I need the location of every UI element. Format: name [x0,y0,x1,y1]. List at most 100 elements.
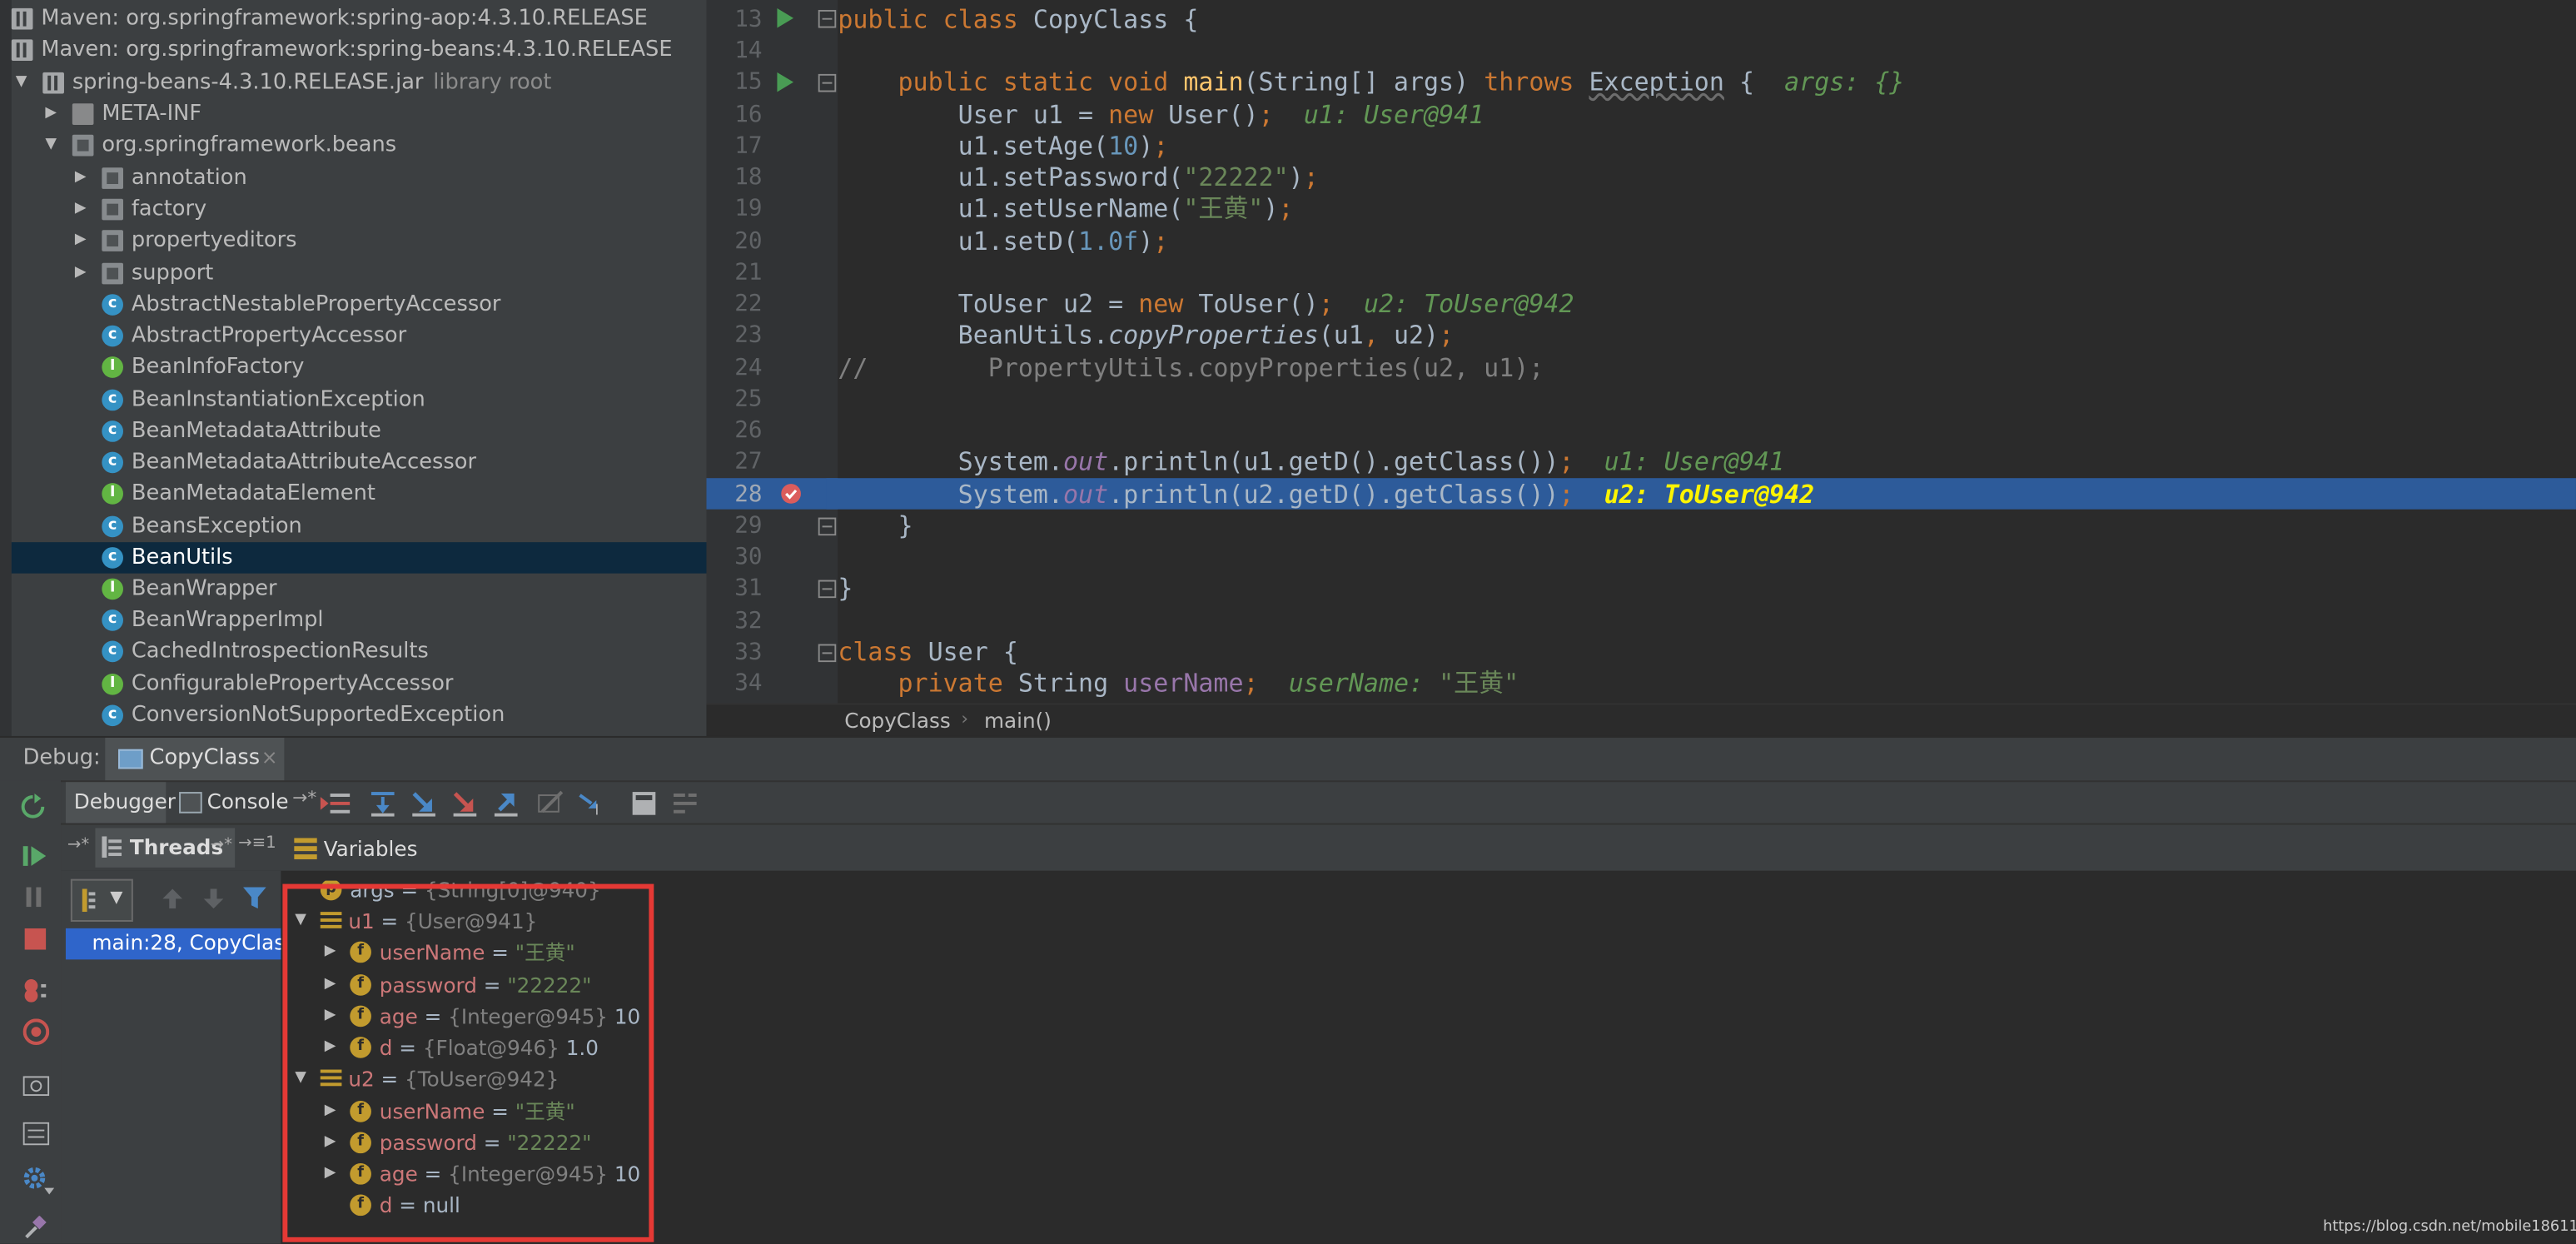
tree-item-spring-beans-jar[interactable]: ▼ spring-beans-4.3.10.RELEASE.jar library… [12,67,707,98]
breadcrumb-method[interactable]: main() [984,708,1052,733]
chevron-right-icon[interactable]: ▶ [71,225,91,256]
tree-item-class[interactable]: c BeanInstantiationException [12,385,707,415]
mute-breakpoints-icon[interactable] [22,1018,50,1045]
code-line-20[interactable]: u1.setD(1.0f); [838,226,1169,257]
tree-item-beanutils-selected[interactable]: c BeanUtils [11,542,707,574]
fold-icon[interactable] [818,580,837,599]
stop-icon[interactable] [24,928,47,950]
tree-item-meta-inf[interactable]: ▶ META-INF [12,98,707,129]
tree-item-interface[interactable]: I BeanMetadataElement [12,478,707,509]
step-into-icon[interactable] [410,790,437,817]
fold-icon[interactable] [818,9,837,28]
class-icon: c [102,389,123,411]
code-line-16[interactable]: User u1 = new User(); u1: User@941 [838,100,1484,131]
evaluate-expression-icon[interactable] [631,790,658,817]
line-number: 27 [734,448,763,475]
pause-icon[interactable] [25,887,45,908]
tree-item-class[interactable]: c ConversionNotSupportedException [12,700,707,731]
code-line-23[interactable]: BeanUtils.copyProperties(u1, u2); [838,321,1454,351]
code-line-31[interactable]: } [838,574,853,605]
tab-threads[interactable]: Threads →* [95,828,236,868]
show-execution-point-icon[interactable] [320,790,351,817]
chevron-right-icon[interactable]: ▶ [71,162,91,193]
code-line-34[interactable]: private String userName; userName: "王黄" [838,669,1519,699]
fold-icon[interactable] [818,517,837,536]
console-icon [179,792,202,814]
code-line-17[interactable]: u1.setAge(10); [838,132,1169,162]
run-icon[interactable] [777,72,794,92]
force-step-into-icon[interactable] [452,790,479,817]
code-line-33[interactable]: class User { [838,638,1018,669]
variables-icon [294,838,317,859]
layout-settings-icon[interactable]: →≡1 [238,834,276,853]
frame-item-selected[interactable]: main:28, CopyClass [65,928,296,960]
debug-subheader: →* Threads →* →≡1 Variables [61,823,2576,873]
tree-item-support[interactable]: ▶ support [12,258,707,289]
settings-icon[interactable] [22,1165,55,1195]
line-number: 13 [734,6,763,33]
rerun-icon[interactable] [20,794,47,820]
code-line-15[interactable]: public static void main(String[] args) t… [838,67,1905,98]
tab-debugger[interactable]: Debugger [65,782,176,825]
class-icon: c [102,640,123,663]
fold-icon[interactable] [818,73,837,92]
breadcrumb-class[interactable]: CopyClass [844,708,950,733]
chevron-down-icon[interactable]: ▼ [12,67,32,98]
chevron-right-icon[interactable]: ▶ [71,194,91,225]
tree-item-class[interactable]: c BeanMetadataAttribute [12,415,707,446]
restore-layout-icon[interactable]: →* [67,836,89,854]
tree-item-class[interactable]: c AbstractPropertyAccessor [12,321,707,351]
tree-item-class[interactable]: c BeansException [12,511,707,542]
resume-icon[interactable] [22,844,47,868]
chevron-right-icon[interactable]: ▶ [71,258,91,289]
tree-item-org-springframework-beans[interactable]: ▼ org.springframework.beans [12,130,707,161]
close-icon[interactable]: × [261,746,278,769]
run-to-cursor-icon[interactable]: I [579,790,605,817]
code-line-13[interactable]: public class CopyClass { [838,5,1198,36]
step-out-icon[interactable] [493,790,520,817]
tree-item-class[interactable]: c BeanWrapperImpl [12,605,707,635]
pin-icon[interactable] [23,1216,50,1239]
tree-item-propertyeditors[interactable]: ▶ propertyeditors [12,225,707,256]
debug-side-toolbar [0,780,62,1244]
tree-item-interface[interactable]: I BeanWrapper [12,574,707,605]
code-line-28-current[interactable]: System.out.println(u2.getD().getClass())… [838,480,1814,510]
arrow-down-icon[interactable] [203,888,224,909]
run-icon[interactable] [777,7,794,28]
debug-title: Debug: [22,745,101,771]
camera-icon[interactable] [22,1072,50,1097]
tree-item-class[interactable]: c BeanMetadataAttributeAccessor [12,447,707,478]
chevron-down-icon[interactable]: ▼ [41,130,61,161]
line-number: 26 [734,417,763,444]
code-line-22[interactable]: ToUser u2 = new ToUser(); u2: ToUser@942 [838,289,1574,320]
code-line-27[interactable]: System.out.println(u1.getD().getClass())… [838,447,1784,478]
trace-current-stream-icon[interactable] [672,790,699,817]
chevron-right-icon[interactable]: ▶ [41,98,61,129]
thread-icon [82,888,96,913]
breakpoint-icon[interactable] [780,483,802,505]
fold-icon[interactable] [818,644,837,663]
layout-icon[interactable] [22,1122,50,1146]
code-line-19[interactable]: u1.setUserName("王黄"); [838,194,1294,225]
tree-item-factory[interactable]: ▶ factory [12,194,707,225]
code-line-24-comment[interactable]: // PropertyUtils.copyProperties(u2, u1); [838,353,1544,384]
tab-console[interactable]: Console →* [174,782,316,824]
arrow-up-icon[interactable] [162,888,183,909]
tree-item-annotation[interactable]: ▶ annotation [12,162,707,193]
svg-text:I: I [594,803,599,817]
code-line-18[interactable]: u1.setPassword("22222"); [838,162,1319,193]
package-icon [102,198,123,221]
filter-icon[interactable] [243,887,266,909]
tree-item-class[interactable]: c CachedIntrospectionResults [12,636,707,667]
restore-layout-icon[interactable]: →* [292,787,316,809]
view-breakpoints-icon[interactable] [22,978,52,1004]
library-icon [11,7,33,30]
tree-item-interface[interactable]: I BeanInfoFactory [12,351,707,382]
step-over-icon[interactable] [370,790,396,817]
tree-item-interface[interactable]: I ConfigurablePropertyAccessor [12,669,707,699]
code-line-29[interactable]: } [838,511,913,542]
tree-item-class[interactable]: c AbstractNestablePropertyAccessor [12,289,707,320]
restore-layout-icon[interactable]: →* [211,836,232,854]
drop-frame-icon[interactable] [537,790,564,817]
thread-selector[interactable]: ▼ [70,878,133,922]
